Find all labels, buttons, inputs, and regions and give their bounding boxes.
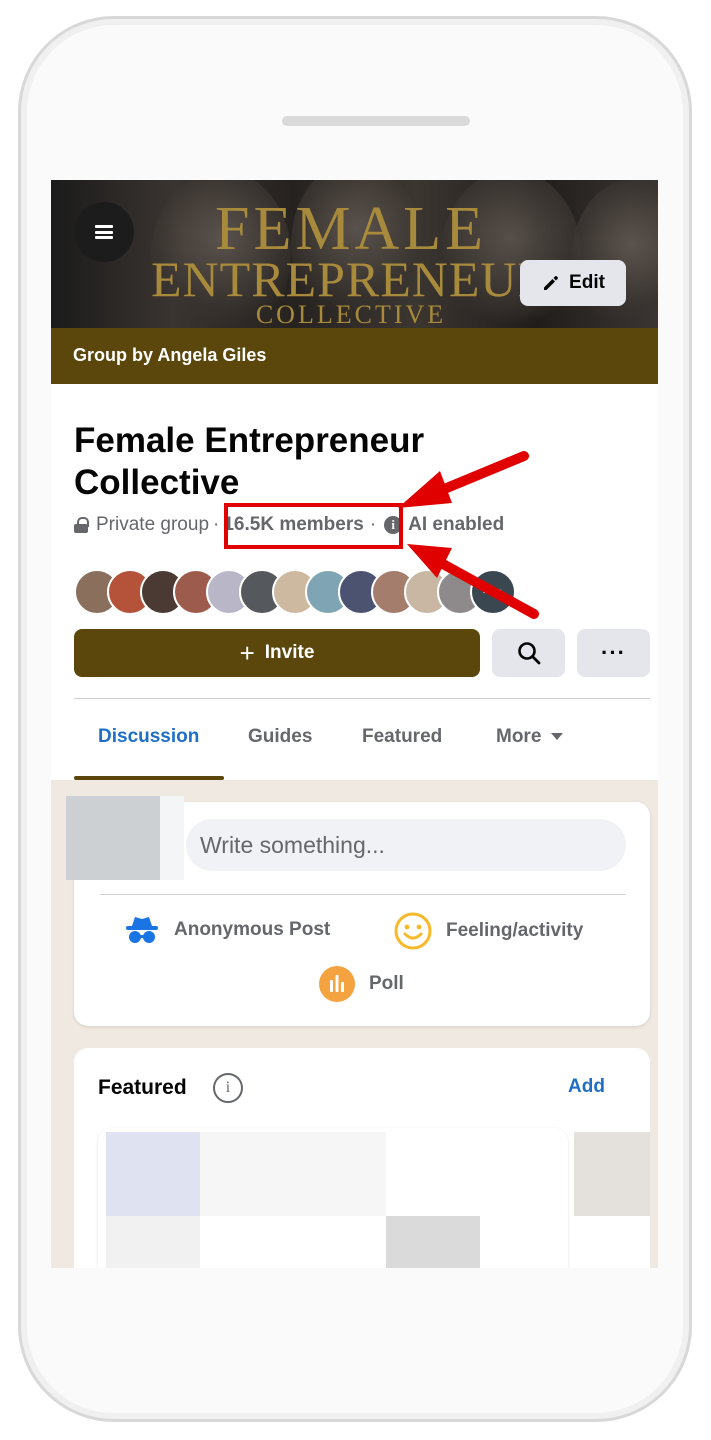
anonymous-post-button[interactable]: Anonymous Post [124, 914, 330, 946]
cover-title-line: FEMALE [215, 195, 487, 263]
phone-speaker [282, 116, 470, 126]
add-featured-link[interactable]: Add [568, 1076, 605, 1098]
invite-label: Invite [264, 642, 315, 663]
more-members-icon: ··· [470, 569, 516, 615]
tab-discussion[interactable]: Discussion [98, 726, 199, 748]
privacy-label: Private group [96, 514, 210, 535]
poll-icon [319, 966, 355, 1002]
lock-icon [74, 517, 89, 533]
feeling-activity-button[interactable]: Feeling/activity [394, 912, 583, 950]
featured-title: Featured [98, 1076, 187, 1099]
tab-more[interactable]: More [496, 726, 564, 748]
meta-separator: · [213, 514, 220, 535]
featured-image [106, 1216, 200, 1268]
anonymous-post-label: Anonymous Post [174, 919, 331, 940]
group-name[interactable]: Female Entrepreneur Collective [74, 420, 534, 504]
phone-screen: FEMALE ENTREPRENEUR COLLECTIVE Edit Grou… [51, 180, 658, 1268]
invite-button[interactable]: + Invite [74, 629, 480, 677]
poll-button[interactable]: Poll [319, 966, 404, 1002]
group-info: Female Entrepreneur Collective Private g… [51, 384, 658, 780]
menu-button[interactable] [74, 202, 134, 262]
cover-title-line: ENTREPRENEUR [151, 251, 552, 307]
avatar [66, 796, 184, 880]
group-by-link[interactable]: Group by Angela Giles [51, 328, 658, 384]
group-tabs: Discussion Guides Featured More [51, 700, 658, 780]
featured-image [574, 1132, 650, 1216]
info-icon: i [384, 516, 403, 534]
pencil-icon [544, 276, 559, 290]
group-meta: Private group · 16.5K members · i AI ena… [74, 514, 504, 536]
active-tab-indicator [74, 776, 224, 780]
member-avatars[interactable]: ··· [74, 569, 516, 615]
featured-image [386, 1216, 480, 1268]
plus-icon: + [239, 637, 255, 668]
caret-down-icon [551, 733, 564, 741]
cover-title: FEMALE ENTREPRENEUR COLLECTIVE [151, 195, 552, 328]
ai-enabled-label[interactable]: AI enabled [408, 514, 504, 536]
tab-featured[interactable]: Featured [362, 726, 442, 748]
cover-photo: FEMALE ENTREPRENEUR COLLECTIVE Edit [51, 180, 658, 328]
poll-label: Poll [369, 973, 404, 994]
post-composer: Write something... Anonymous Post Feelin… [66, 796, 650, 1026]
info-icon[interactable]: i [213, 1073, 243, 1103]
tab-more-label: More [496, 726, 542, 747]
write-something-input[interactable]: Write something... [186, 819, 626, 871]
search-icon [517, 642, 540, 665]
smiley-icon [394, 912, 432, 950]
hamburger-menu-icon [95, 225, 113, 239]
featured-image [200, 1132, 386, 1216]
member-count-link[interactable]: 16.5K members [223, 514, 363, 536]
feeling-activity-label: Feeling/activity [446, 920, 584, 941]
edit-label: Edit [569, 272, 605, 293]
divider [74, 698, 650, 699]
edit-cover-button[interactable]: Edit [520, 260, 626, 306]
meta-separator: · [369, 514, 377, 535]
search-button[interactable] [492, 629, 565, 677]
divider [100, 894, 626, 895]
featured-section: Featured i Add [74, 1048, 650, 1268]
tab-guides[interactable]: Guides [248, 726, 312, 748]
anonymous-icon [126, 917, 158, 943]
more-options-button[interactable]: ··· [577, 629, 650, 677]
featured-image [106, 1132, 200, 1216]
